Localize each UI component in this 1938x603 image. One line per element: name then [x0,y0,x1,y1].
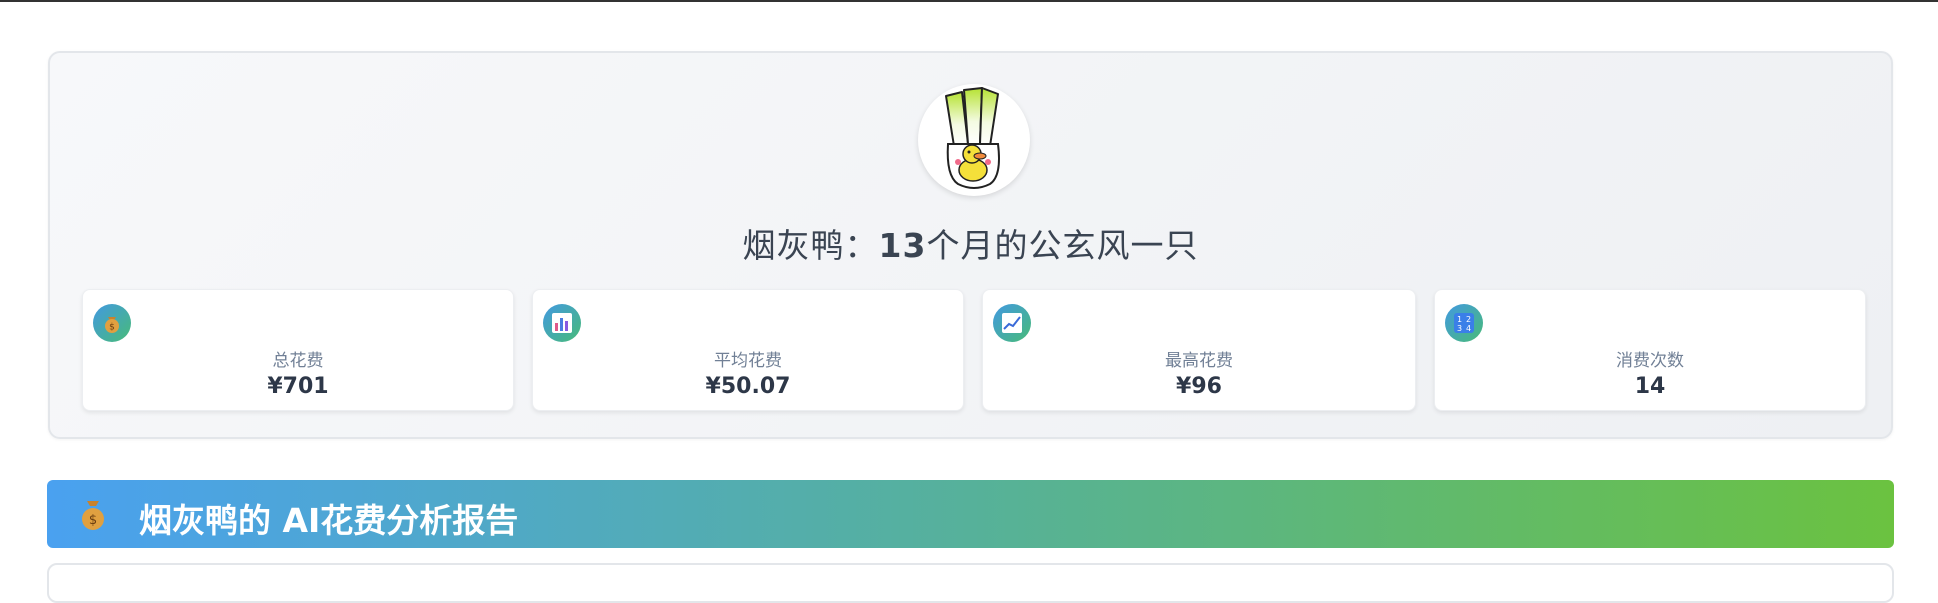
report-content-card [47,563,1894,603]
profile-name: 烟灰鸭 [742,226,845,265]
svg-text:4: 4 [1466,324,1471,333]
avatar[interactable] [918,84,1030,196]
trend-chart-icon [993,304,1031,342]
top-divider [0,0,1938,2]
stat-value: ¥96 [1176,374,1222,399]
profile-months: 13 [878,226,927,265]
stat-card-total: $ 总花费 ¥701 [82,289,514,411]
duck-leek-avatar-icon [945,87,1000,189]
stat-value: 14 [1634,374,1666,399]
money-bag-icon: $ [77,497,109,535]
numbers-icon: 1 2 3 4 [1445,304,1483,342]
bar-chart-icon [543,304,581,342]
stat-value: ¥50.07 [705,374,791,399]
stat-label: 最高花费 [1165,351,1233,371]
stat-card-highest: 最高花费 ¥96 [982,289,1416,411]
stat-label: 总花费 [272,351,324,371]
stat-card-count: 1 2 3 4 消费次数 14 [1434,289,1866,411]
stat-value: ¥701 [267,374,329,399]
profile-tagline: 个月的公玄风一只 [926,226,1199,265]
profile-card: 烟灰鸭：13个月的公玄风一只 $ 总花费 ¥701 平均花费 ¥50.07 最高… [48,51,1893,439]
report-header[interactable]: $ 烟灰鸭的 AI花费分析报告 [47,480,1894,548]
svg-text:1: 1 [1457,315,1462,324]
report-title: 烟灰鸭的 AI花费分析报告 [139,501,519,540]
stat-label: 平均花费 [714,351,782,371]
stat-card-average: 平均花费 ¥50.07 [532,289,964,411]
svg-text:$: $ [109,323,115,333]
money-bag-icon: $ [93,304,131,342]
svg-text:2: 2 [1466,315,1471,324]
svg-text:$: $ [89,513,97,528]
stat-label: 消费次数 [1616,351,1684,371]
profile-separator: ： [844,226,879,265]
profile-title: 烟灰鸭：13个月的公玄风一只 [50,219,1891,267]
svg-text:3: 3 [1457,324,1462,333]
